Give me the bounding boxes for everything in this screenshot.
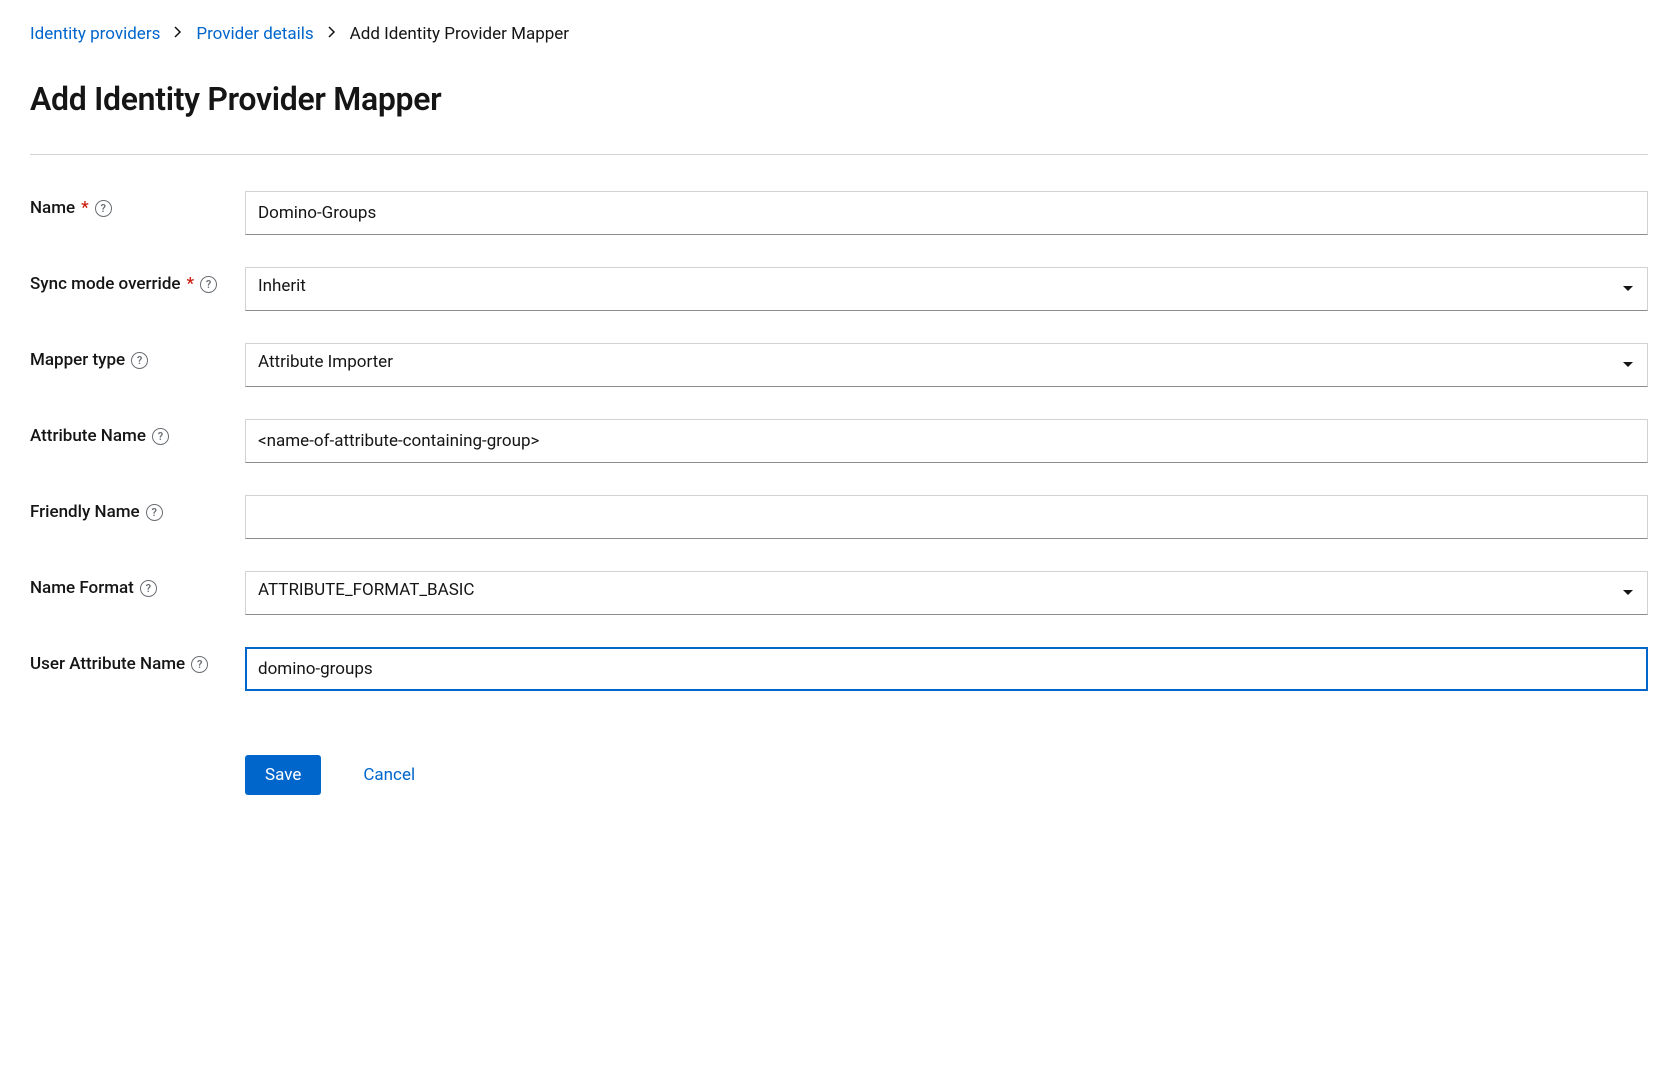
label-text: User Attribute Name [30, 654, 185, 674]
attribute-name-input[interactable] [245, 419, 1648, 463]
label-text: Name [30, 198, 75, 218]
save-button[interactable]: Save [245, 755, 321, 795]
form-row-attribute-name: Attribute Name ? [30, 419, 1648, 463]
form-row-name-format: Name Format ? ATTRIBUTE_FORMAT_BASIC [30, 571, 1648, 615]
label-name: Name * ? [30, 191, 245, 218]
chevron-right-icon [174, 26, 182, 42]
cancel-button[interactable]: Cancel [363, 765, 415, 785]
breadcrumb-current: Add Identity Provider Mapper [350, 24, 569, 44]
label-friendly-name: Friendly Name ? [30, 495, 245, 522]
page-title: Add Identity Provider Mapper [30, 80, 1648, 118]
form-row-mapper-type: Mapper type ? Attribute Importer [30, 343, 1648, 387]
breadcrumb: Identity providers Provider details Add … [30, 24, 1648, 44]
help-icon[interactable]: ? [131, 352, 148, 369]
help-icon[interactable]: ? [95, 200, 112, 217]
help-icon[interactable]: ? [152, 428, 169, 445]
help-icon[interactable]: ? [140, 580, 157, 597]
help-icon[interactable]: ? [146, 504, 163, 521]
required-indicator: * [81, 198, 89, 218]
user-attribute-name-input[interactable] [245, 647, 1648, 691]
label-user-attribute-name: User Attribute Name ? [30, 647, 245, 674]
help-icon[interactable]: ? [200, 276, 217, 293]
label-text: Friendly Name [30, 502, 140, 522]
chevron-right-icon [328, 26, 336, 42]
friendly-name-input[interactable] [245, 495, 1648, 539]
breadcrumb-link-identity-providers[interactable]: Identity providers [30, 24, 160, 44]
form-row-friendly-name: Friendly Name ? [30, 495, 1648, 539]
label-mapper-type: Mapper type ? [30, 343, 245, 370]
mapper-type-select[interactable]: Attribute Importer [245, 343, 1648, 387]
add-mapper-form: Name * ? Sync mode override * ? Inherit … [30, 191, 1648, 795]
label-text: Name Format [30, 578, 134, 598]
sync-mode-override-select[interactable]: Inherit [245, 267, 1648, 311]
label-text: Mapper type [30, 350, 125, 370]
form-row-name: Name * ? [30, 191, 1648, 235]
section-divider [30, 154, 1648, 155]
form-row-sync-mode-override: Sync mode override * ? Inherit [30, 267, 1648, 311]
name-input[interactable] [245, 191, 1648, 235]
label-attribute-name: Attribute Name ? [30, 419, 245, 446]
label-text: Sync mode override [30, 274, 181, 294]
help-icon[interactable]: ? [191, 656, 208, 673]
name-format-select[interactable]: ATTRIBUTE_FORMAT_BASIC [245, 571, 1648, 615]
form-actions: Save Cancel [245, 755, 1648, 795]
label-sync-mode-override: Sync mode override * ? [30, 267, 245, 294]
form-row-user-attribute-name: User Attribute Name ? [30, 647, 1648, 691]
label-name-format: Name Format ? [30, 571, 245, 598]
breadcrumb-link-provider-details[interactable]: Provider details [196, 24, 313, 44]
required-indicator: * [187, 274, 195, 294]
label-text: Attribute Name [30, 426, 146, 446]
